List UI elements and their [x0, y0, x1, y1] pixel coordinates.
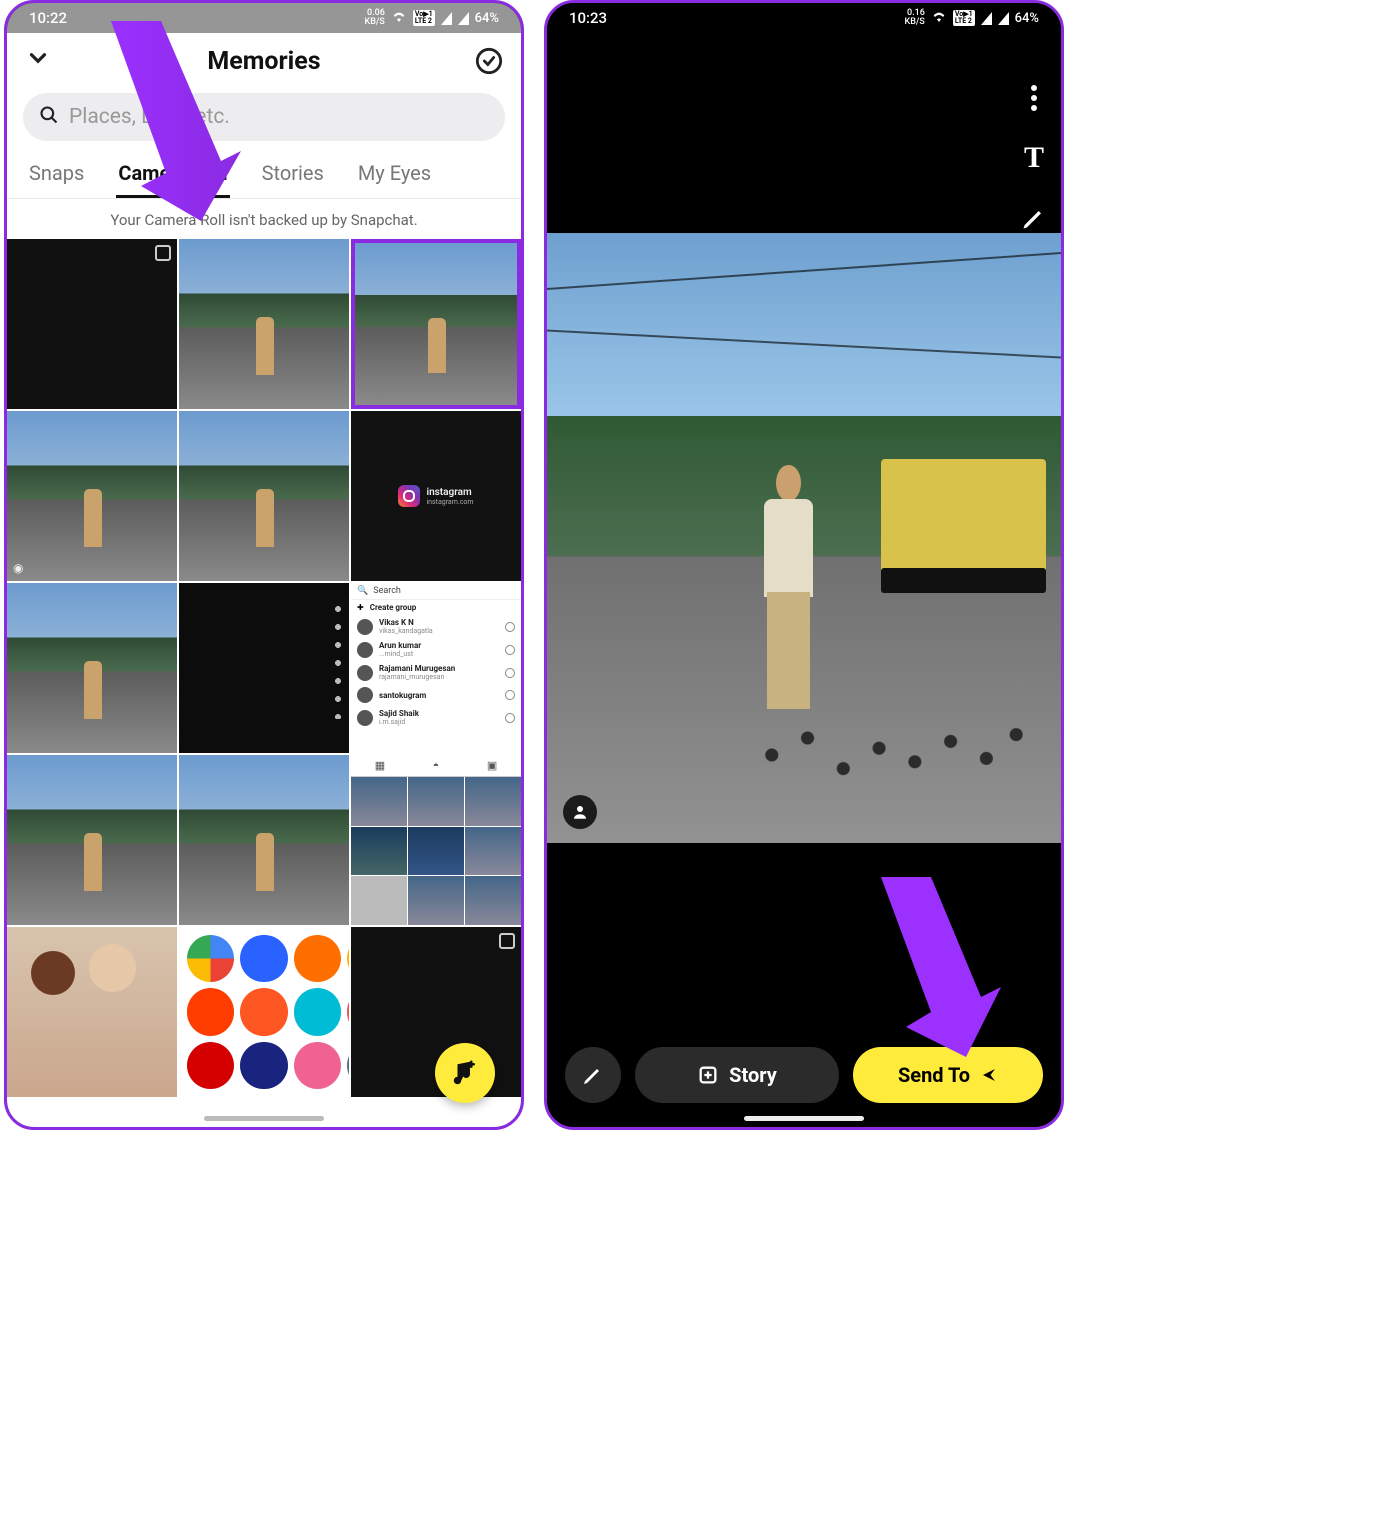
photo-preview[interactable]: [547, 233, 1061, 843]
fullscreen-icon: [499, 933, 515, 949]
grid-cell[interactable]: ◉: [7, 411, 177, 581]
lte-badge: Vo▶1LTE 2: [953, 10, 975, 26]
edit-button[interactable]: [565, 1047, 621, 1103]
status-kbs: 0.06 KB/S: [365, 9, 385, 27]
story-label: Story: [729, 1063, 777, 1087]
grid-cell-apps[interactable]: [179, 927, 349, 1097]
status-bar: 10:23 0.16 KB/S Vo▶1LTE 2 64%: [547, 3, 1061, 33]
instagram-icon: [398, 485, 420, 507]
grid-cell[interactable]: [179, 239, 349, 409]
status-kbs: 0.16 KB/S: [905, 9, 925, 27]
draw-tool-icon[interactable]: [1017, 201, 1051, 235]
search-icon: 🔍: [357, 586, 368, 596]
memories-header: Memories: [7, 33, 521, 89]
tab-snaps[interactable]: Snaps: [27, 155, 86, 198]
signal-icon-1: [981, 12, 992, 25]
text-tool-icon[interactable]: T: [1017, 141, 1051, 175]
search-placeholder: Places, Lens, etc.: [69, 105, 230, 129]
tab-my-eyes[interactable]: My Eyes: [356, 155, 433, 198]
nav-pill[interactable]: [744, 1116, 864, 1121]
grid-cell[interactable]: instagram instagram.com: [351, 411, 521, 581]
story-button[interactable]: Story: [635, 1047, 839, 1103]
tag-people-icon[interactable]: [563, 795, 597, 829]
signal-icon-2: [458, 12, 469, 25]
add-music-fab[interactable]: [435, 1043, 495, 1103]
grid-cell[interactable]: [7, 239, 177, 409]
fullscreen-icon: [155, 245, 171, 261]
battery-text: 64%: [1015, 11, 1039, 26]
tabs-row: Snaps Camera Roll Stories My Eyes: [7, 151, 521, 199]
send-arrow-icon: [980, 1066, 998, 1084]
send-to-button[interactable]: Send To: [853, 1047, 1043, 1103]
chevron-down-icon[interactable]: [25, 45, 51, 78]
signal-icon-1: [441, 12, 452, 25]
page-title: Memories: [207, 47, 320, 76]
battery-text: 64%: [475, 11, 499, 26]
bottom-action-bar: Story Send To: [547, 1047, 1061, 1103]
send-label: Send To: [898, 1063, 970, 1087]
grid-cell[interactable]: [7, 755, 177, 925]
phone-left-memories: 10:22 0.06 KB/S Vo▶1LTE 2 64% Memories: [4, 0, 524, 1130]
camera-icon: ◉: [13, 561, 23, 575]
tab-stories[interactable]: Stories: [260, 155, 326, 198]
grid-cell[interactable]: [7, 583, 177, 753]
wifi-icon: [391, 10, 407, 26]
signal-icon-2: [998, 12, 1009, 25]
grid-cell-gallery[interactable]: ▦◓▣: [351, 755, 521, 925]
status-right: 0.06 KB/S Vo▶1LTE 2 64%: [365, 9, 499, 27]
grid-cell[interactable]: [179, 583, 349, 753]
backup-notice: Your Camera Roll isn't backed up by Snap…: [7, 199, 521, 239]
status-time: 10:23: [569, 9, 607, 27]
more-icon[interactable]: [1017, 81, 1051, 115]
grid-cell[interactable]: [179, 411, 349, 581]
tab-camera-roll[interactable]: Camera Roll: [116, 155, 229, 198]
status-right: 0.16 KB/S Vo▶1LTE 2 64%: [905, 9, 1039, 27]
grid-cell[interactable]: [179, 755, 349, 925]
select-mode-icon[interactable]: [475, 47, 503, 75]
nav-pill[interactable]: [204, 1116, 324, 1121]
status-time: 10:22: [29, 9, 67, 27]
wifi-icon: [931, 10, 947, 26]
phone-right-editor: 10:23 0.16 KB/S Vo▶1LTE 2 64% T: [544, 0, 1064, 1130]
lte-badge: Vo▶1LTE 2: [413, 10, 435, 26]
status-bar: 10:22 0.06 KB/S Vo▶1LTE 2 64%: [7, 3, 521, 33]
search-input[interactable]: Places, Lens, etc.: [23, 93, 505, 141]
grid-cell-contacts[interactable]: 🔍Search ✚Create group Vikas K Nvikas_kan…: [351, 583, 521, 753]
grid-cell-selected[interactable]: [351, 239, 521, 409]
camera-roll-grid: ◉ instagram instagram.com 🔍Search ✚Creat…: [7, 239, 521, 1097]
story-icon: [697, 1064, 719, 1086]
annotation-arrow-icon: [851, 877, 1001, 1057]
search-icon: [39, 105, 59, 130]
grid-cell[interactable]: [7, 927, 177, 1097]
